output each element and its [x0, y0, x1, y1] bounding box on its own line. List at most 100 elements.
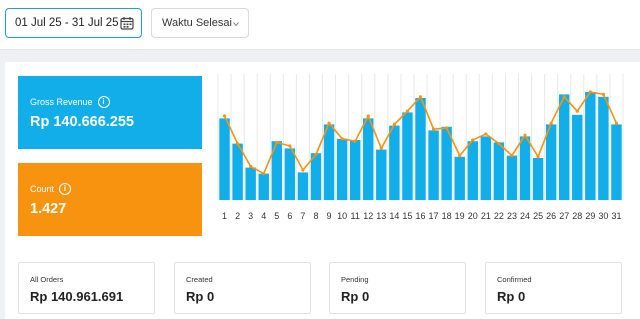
chart-point[interactable] — [614, 121, 619, 125]
chart-point[interactable] — [497, 142, 501, 146]
gross-revenue-card: Gross Revenue i Rp 140.666.255 — [18, 76, 202, 149]
chart-bar[interactable] — [389, 125, 400, 200]
chart-point[interactable] — [445, 126, 449, 130]
chart-point[interactable] — [353, 139, 357, 143]
chart-point[interactable] — [392, 122, 396, 126]
chart-bar[interactable] — [545, 124, 557, 200]
chart-bar[interactable] — [572, 114, 583, 200]
x-tick-label: 25 — [533, 211, 543, 221]
x-tick-label: 22 — [494, 211, 504, 221]
chart-bar[interactable] — [363, 118, 374, 200]
chart-bar[interactable] — [258, 173, 269, 200]
stat-label: Created — [186, 275, 213, 284]
chevron-down-icon — [233, 22, 239, 27]
x-tick-label: 29 — [585, 211, 595, 221]
stat-card-created: Created Rp 0 — [174, 262, 311, 314]
info-icon[interactable]: i — [59, 183, 72, 195]
chart-point[interactable] — [458, 154, 462, 158]
count-card: Count i 1.427 — [18, 163, 202, 236]
stat-label: Confirmed — [497, 275, 532, 284]
chart-point[interactable] — [275, 140, 279, 144]
x-tick-label: 28 — [572, 211, 582, 221]
x-tick-label: 1 — [222, 211, 227, 221]
chart-point[interactable] — [327, 121, 331, 125]
chart-point[interactable] — [222, 114, 227, 118]
chart-point[interactable] — [510, 154, 514, 158]
chart-bar[interactable] — [467, 141, 478, 200]
stat-card-confirmed: Confirmed Rp 0 — [485, 262, 622, 314]
chart-point[interactable] — [431, 127, 436, 131]
x-tick-label: 21 — [481, 211, 491, 221]
date-range-picker[interactable]: 01 Jul 25 - 31 Jul 25 — [5, 8, 142, 38]
chart-point[interactable] — [562, 95, 566, 99]
x-tick-label: 5 — [274, 211, 279, 221]
chart-point[interactable] — [288, 144, 292, 148]
chart-bar[interactable] — [349, 140, 361, 200]
x-tick-label: 7 — [300, 211, 305, 221]
x-tick-label: 3 — [248, 211, 253, 221]
chart-bar[interactable] — [598, 96, 609, 200]
chart-point[interactable] — [314, 152, 318, 156]
chart-point[interactable] — [575, 109, 579, 113]
stat-value: Rp 0 — [341, 289, 370, 304]
chart-point[interactable] — [379, 146, 383, 150]
chart-bar[interactable] — [480, 136, 492, 200]
chart-bar[interactable] — [506, 155, 518, 200]
x-tick-label: 18 — [442, 211, 452, 221]
chart-bar[interactable] — [402, 112, 413, 200]
x-tick-label: 16 — [415, 211, 425, 221]
chart-point[interactable] — [588, 90, 592, 94]
chart-point[interactable] — [249, 164, 253, 168]
chart-point[interactable] — [484, 132, 488, 136]
info-icon[interactable]: i — [97, 96, 110, 108]
x-tick-label: 15 — [402, 211, 412, 221]
stat-value: Rp 0 — [186, 289, 215, 304]
chart-point[interactable] — [366, 114, 370, 118]
x-tick-label: 27 — [559, 211, 569, 221]
x-tick-label: 23 — [507, 211, 517, 221]
chart-point[interactable] — [235, 142, 240, 146]
chart-bar[interactable] — [284, 148, 296, 200]
x-tick-label: 20 — [468, 211, 478, 221]
chart-bar[interactable] — [558, 94, 570, 200]
chart-bar[interactable] — [415, 98, 426, 200]
chart-point[interactable] — [471, 138, 475, 142]
chart-point[interactable] — [262, 172, 266, 176]
chart-bar[interactable] — [441, 126, 452, 200]
chart-bar[interactable] — [245, 167, 256, 200]
chart-point[interactable] — [601, 92, 606, 96]
x-tick-label: 9 — [327, 211, 332, 221]
chart-bar[interactable] — [454, 156, 465, 200]
sort-by-dropdown[interactable]: Waktu Selesai — [151, 8, 249, 38]
chart-point[interactable] — [523, 133, 527, 137]
chart-point[interactable] — [549, 121, 553, 125]
chart-bar[interactable] — [532, 158, 544, 200]
x-tick-label: 26 — [546, 211, 556, 221]
x-tick-label: 6 — [287, 211, 292, 221]
chart-bar[interactable] — [428, 130, 439, 200]
calendar-icon[interactable] — [120, 16, 134, 30]
chart-point[interactable] — [340, 137, 344, 141]
chart-point[interactable] — [301, 168, 305, 172]
stat-label: All Orders — [30, 275, 64, 284]
chart-bar[interactable] — [493, 142, 505, 200]
chart-bar[interactable] — [376, 149, 387, 200]
chart-point[interactable] — [536, 155, 540, 159]
chart-point[interactable] — [405, 109, 410, 113]
chart-bar[interactable] — [323, 124, 335, 200]
chart-bar[interactable] — [219, 118, 230, 200]
daily-chart: 1 2 3 4 5 6 7 8 9 10 11 12 13 14 15 16 17 18 19 20 21 22 23 24 2… — [217, 74, 624, 229]
chart-bar[interactable] — [297, 172, 309, 200]
x-tick-label: 17 — [429, 211, 439, 221]
x-tick-label: 4 — [261, 211, 266, 221]
chart-bar[interactable] — [336, 138, 348, 200]
chart-bar[interactable] — [611, 124, 622, 200]
stat-card-all-orders: All Orders Rp 140.961.691 — [18, 262, 155, 314]
chart-bar[interactable] — [585, 92, 596, 200]
gross-revenue-value: Rp 140.666.255 — [30, 114, 134, 130]
x-tick-label: 14 — [389, 211, 399, 221]
chart-bar[interactable] — [232, 143, 243, 200]
chart-bar[interactable] — [519, 136, 531, 200]
chart-point[interactable] — [418, 95, 423, 99]
chart-bar[interactable] — [310, 153, 322, 200]
